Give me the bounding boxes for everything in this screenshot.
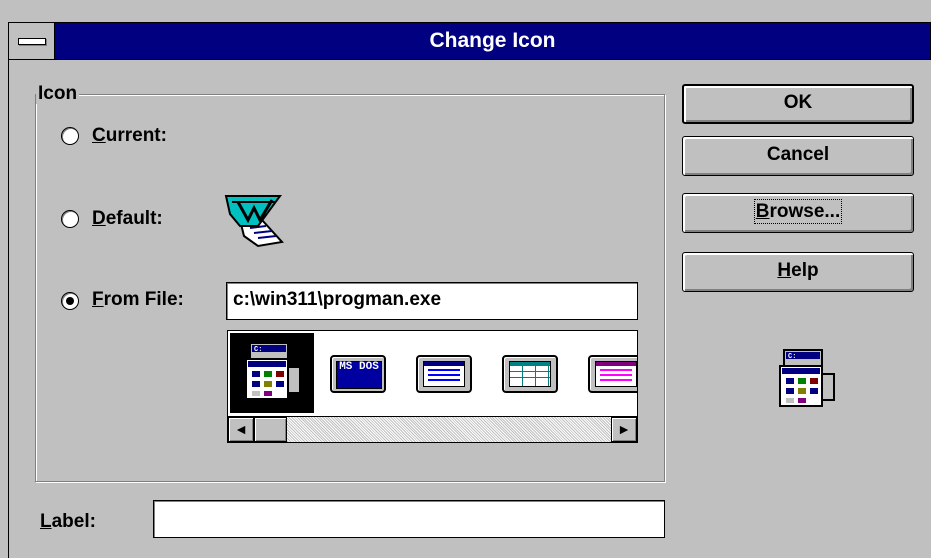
from-file-label[interactable]: From File:	[92, 289, 184, 311]
default-label[interactable]: Default:	[92, 208, 163, 230]
scroll-thumb[interactable]	[254, 417, 287, 442]
browse-label-rest: rowse...	[769, 201, 841, 222]
icon-cell-list-window[interactable]	[574, 333, 637, 413]
window-title: Change Icon	[429, 29, 556, 52]
current-label-rest: urrent:	[105, 125, 167, 146]
radio-dot	[66, 297, 74, 305]
selected-icon-preview: C:	[779, 349, 835, 407]
file-path-input[interactable]: c:\win311\progman.exe	[226, 282, 638, 320]
from-file-accel: F	[92, 289, 104, 310]
from-file-radio[interactable]	[61, 292, 79, 310]
scroll-left-icon[interactable]: ◄	[228, 417, 254, 442]
icon-group-title: Icon	[36, 83, 80, 104]
from-file-label-rest: rom File:	[103, 289, 184, 310]
icon-cell-grid-window[interactable]	[488, 333, 572, 413]
ms-dos-label: MS DOS	[336, 361, 382, 389]
default-accel: D	[92, 208, 106, 229]
icon-cell-ms-dos[interactable]: MS DOS	[316, 333, 400, 413]
help-accel: H	[777, 260, 792, 281]
label-input[interactable]	[153, 500, 665, 538]
icon-list-scrollbar[interactable]: ◄ ►	[228, 416, 637, 442]
current-label[interactable]: Current:	[92, 125, 167, 147]
scroll-right-icon[interactable]: ►	[611, 417, 637, 442]
ok-button[interactable]: OK	[682, 84, 914, 124]
icon-cell-window[interactable]	[402, 333, 486, 413]
help-label-rest: elp	[791, 260, 819, 281]
browse-label: Browse...	[753, 199, 843, 224]
current-radio[interactable]	[61, 127, 79, 145]
icon-cell-program-manager[interactable]: C:	[230, 333, 314, 413]
system-menu-icon	[18, 38, 46, 45]
ms-dos-icon: MS DOS	[330, 355, 386, 393]
svg-text:C:: C:	[254, 346, 262, 354]
system-menu-button[interactable]	[9, 23, 55, 59]
help-button[interactable]: Help	[682, 252, 914, 292]
label-caption: Label:	[40, 511, 96, 533]
default-label-rest: efault:	[105, 208, 163, 229]
window-icon	[416, 355, 472, 393]
browse-button[interactable]: Browse...	[682, 193, 914, 233]
title-bar[interactable]: Change Icon	[8, 22, 931, 60]
browse-accel: B	[755, 201, 770, 222]
cancel-button[interactable]: Cancel	[682, 136, 914, 176]
label-accel: L	[40, 511, 52, 532]
program-manager-icon: C:	[245, 342, 301, 400]
dialog-border	[8, 60, 9, 558]
icon-list[interactable]: C: MS DOS ◄ ►	[227, 330, 638, 443]
svg-text:C:: C:	[788, 353, 796, 361]
default-radio[interactable]	[61, 210, 79, 228]
grid-window-icon	[502, 355, 558, 393]
list-window-icon	[588, 355, 637, 393]
label-caption-rest: abel:	[51, 511, 96, 532]
current-accel: C	[92, 125, 106, 146]
write-document-icon	[224, 195, 284, 248]
